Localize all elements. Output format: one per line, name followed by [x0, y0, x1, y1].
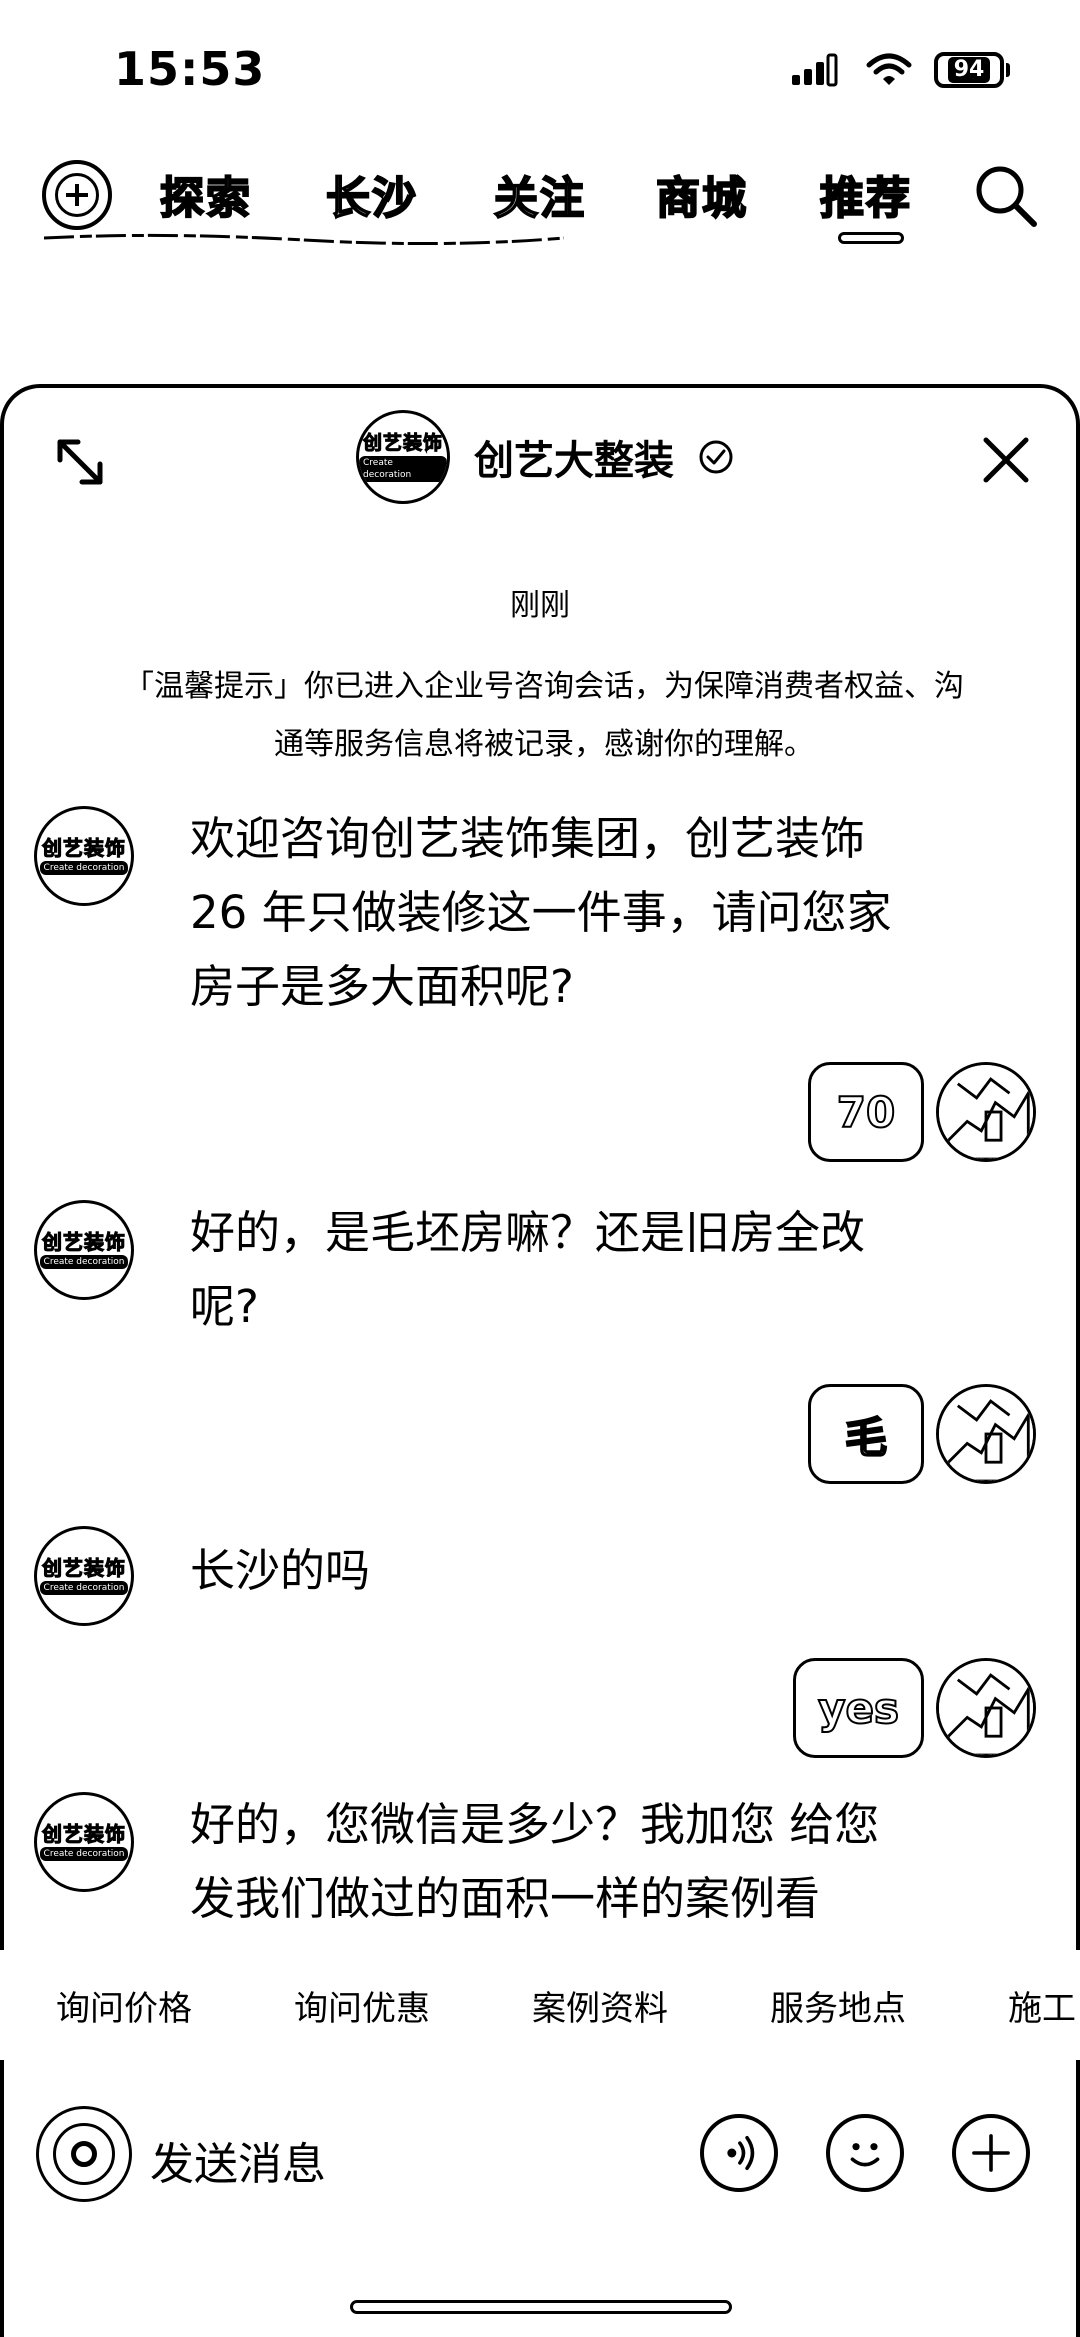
business-avatar[interactable]: 创艺装饰 Create decoration: [34, 1526, 134, 1626]
business-logo-avatar[interactable]: 创艺装饰 Create decoration: [356, 410, 450, 504]
camera-icon[interactable]: [36, 2106, 132, 2202]
business-avatar[interactable]: 创艺装饰 Create decoration: [34, 1792, 134, 1892]
message-text: 长沙的吗: [190, 1544, 371, 1597]
user-avatar[interactable]: [936, 1384, 1036, 1484]
message-row: 创艺装饰 Create decoration 好的，是毛坯房嘛？还是旧房全改呢?: [4, 1196, 1076, 1356]
battery-icon: 94: [934, 52, 1010, 88]
tab-changsha[interactable]: 长沙: [325, 162, 418, 226]
message-text: 好的，是毛坯房嘛？还是旧房全改呢?: [190, 1206, 866, 1333]
plus-icon[interactable]: [952, 2114, 1030, 2192]
cellular-signal-icon: [792, 53, 838, 87]
feed-preview-smudge: [44, 233, 564, 246]
chat-timestamp: 刚刚: [510, 588, 570, 623]
user-avatar[interactable]: [936, 1062, 1036, 1162]
expand-icon[interactable]: [54, 436, 106, 488]
tab-following[interactable]: 关注: [493, 162, 586, 226]
logo-text: 创艺装饰: [362, 432, 443, 455]
quick-reply-location[interactable]: 服务地点: [770, 1981, 952, 2030]
wifi-icon: [866, 53, 912, 85]
status-time: 15:53: [114, 42, 266, 96]
logo-subtext: Create decoration: [359, 456, 447, 482]
message-text: 欢迎咨询创艺装饰集团，创艺装饰 26 年只做装修这一件事，请问您家房子是多大面积…: [190, 812, 892, 1013]
business-avatar[interactable]: 创艺装饰 Create decoration: [34, 806, 134, 906]
quick-reply-price[interactable]: 询问价格: [56, 1981, 238, 2030]
tab-mall[interactable]: 商城: [655, 162, 748, 226]
message-text: 好的，您微信是多少？我加您 给您发我们做过的面积一样的案例看看，把价格用材清单具…: [190, 1798, 880, 1948]
tab-recommend[interactable]: 推荐: [819, 162, 912, 226]
user-avatar[interactable]: [936, 1658, 1036, 1758]
reply-bubble: 70: [808, 1062, 924, 1162]
message-input[interactable]: 发送消息: [150, 2128, 326, 2192]
search-icon[interactable]: [972, 162, 1038, 228]
chat-title: 创艺大整装: [474, 438, 674, 484]
reply-row: 70: [4, 1062, 1076, 1162]
message-row: 创艺装饰 Create decoration 长沙的吗: [4, 1522, 1076, 1632]
chat-header-center: 创艺装饰 Create decoration 创艺大整装: [356, 410, 734, 504]
reply-bubble: yes: [793, 1658, 924, 1758]
message-row: 创艺装饰 Create decoration 好的，您微信是多少？我加您 给您发…: [4, 1788, 1076, 1948]
battery-level: 94: [947, 57, 991, 83]
verified-icon: [699, 440, 733, 474]
voice-icon[interactable]: [700, 2114, 778, 2192]
quick-reply-cases[interactable]: 案例资料: [532, 1981, 714, 2030]
chat-notice: 「温馨提示」你已进入企业号咨询会话，为保障消费者权益、沟通等服务信息将被记录，感…: [124, 669, 964, 762]
reply-bubble: 毛: [808, 1384, 924, 1484]
close-icon[interactable]: [980, 434, 1032, 486]
quick-reply-discount[interactable]: 询问优惠: [294, 1981, 476, 2030]
business-avatar[interactable]: 创艺装饰 Create decoration: [34, 1200, 134, 1300]
active-tab-indicator: [838, 232, 904, 244]
message-input-bar: 发送消息: [0, 2090, 1080, 2220]
add-icon[interactable]: [42, 160, 112, 230]
quick-reply-construction[interactable]: 施工: [1008, 1981, 1080, 2030]
status-icons: 94: [792, 52, 1010, 88]
message-row: 创艺装饰 Create decoration 欢迎咨询创艺装饰集团，创艺装饰 2…: [4, 802, 1076, 1032]
emoji-icon[interactable]: [826, 2114, 904, 2192]
quick-reply-strip: 询问价格 询问优惠 案例资料 服务地点 施工: [0, 1950, 1080, 2060]
chat-header: 创艺装饰 Create decoration 创艺大整装: [4, 388, 1076, 518]
home-indicator[interactable]: [350, 2300, 732, 2314]
reply-row: yes: [4, 1658, 1076, 1758]
status-bar: 15:53 94: [0, 0, 1080, 140]
reply-row: 毛: [4, 1384, 1076, 1484]
tab-explore[interactable]: 探索: [159, 162, 252, 226]
